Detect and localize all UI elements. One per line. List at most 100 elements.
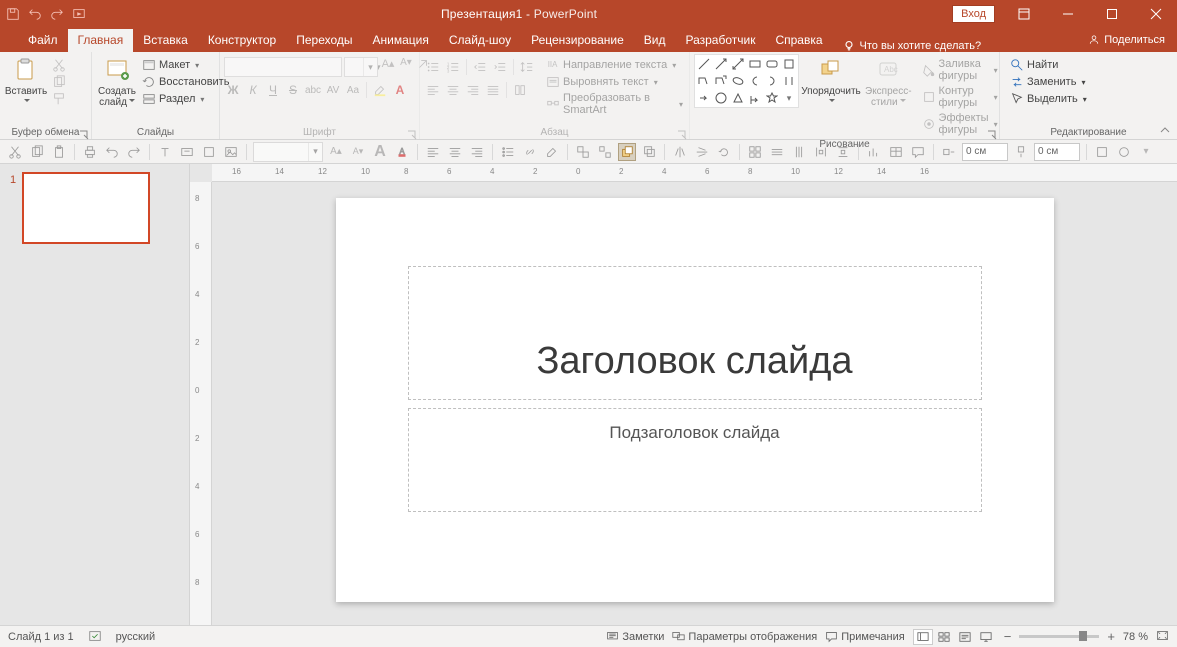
eb-font-combo[interactable]: ▾ — [253, 142, 323, 162]
find-button[interactable]: Найти — [1008, 57, 1089, 73]
layout-button[interactable]: Макет▾ — [140, 57, 231, 73]
tab-insert[interactable]: Вставка — [133, 29, 198, 52]
zoom-level[interactable]: 78 % — [1123, 631, 1148, 643]
eb-cut[interactable] — [6, 143, 24, 161]
eb-text[interactable] — [156, 143, 174, 161]
notes-button[interactable]: Заметки — [606, 630, 664, 643]
comments-button[interactable]: Примечания — [825, 630, 905, 643]
eb-comment[interactable] — [909, 143, 927, 161]
eb-shape[interactable] — [200, 143, 218, 161]
zoom-out-button[interactable]: − — [1004, 629, 1012, 644]
tab-home[interactable]: Главная — [68, 29, 134, 52]
collapse-ribbon-button[interactable] — [1159, 123, 1173, 137]
eb-align-center[interactable] — [446, 143, 464, 161]
eb-redo[interactable] — [125, 143, 143, 161]
eb-group[interactable] — [574, 143, 592, 161]
eb-ungroup[interactable] — [596, 143, 614, 161]
bold-button[interactable]: Ж — [224, 81, 242, 99]
font-dialog-launcher[interactable] — [407, 127, 417, 137]
tab-transitions[interactable]: Переходы — [286, 29, 362, 52]
eb-distribute-h[interactable] — [812, 143, 830, 161]
slide-thumbnail[interactable]: 1 — [10, 172, 179, 244]
eb-print[interactable] — [81, 143, 99, 161]
paragraph-dialog-launcher[interactable] — [677, 127, 687, 137]
shape-outline-button[interactable]: Контур фигуры▾ — [920, 84, 1000, 110]
close-button[interactable] — [1135, 0, 1177, 28]
thumb-preview[interactable] — [22, 172, 150, 244]
text-direction-button[interactable]: IIAНаправление текста▾ — [544, 57, 685, 73]
font-name-combo[interactable]: ▾ — [224, 57, 342, 77]
font-color-highlight-button[interactable] — [371, 81, 389, 99]
align-left-button[interactable] — [424, 81, 442, 99]
format-painter-button[interactable] — [50, 91, 68, 107]
ruler-vertical[interactable]: 864202468 — [190, 182, 212, 625]
char-spacing-button[interactable]: AV — [324, 81, 342, 99]
grow-font-button[interactable]: A▴ — [380, 57, 396, 77]
eb-align-left[interactable] — [424, 143, 442, 161]
slideshow-view-button[interactable] — [976, 629, 996, 645]
underline-button[interactable]: Ч — [264, 81, 282, 99]
eb-send-back[interactable] — [640, 143, 658, 161]
redo-icon[interactable] — [50, 7, 64, 21]
save-icon[interactable] — [6, 7, 20, 21]
tell-me-search[interactable]: Что вы хотите сделать? — [833, 40, 992, 52]
eb-flip-h[interactable] — [671, 143, 689, 161]
language-status[interactable]: русский — [116, 631, 155, 643]
eb-grid3[interactable] — [790, 143, 808, 161]
slide-canvas-area[interactable]: Заголовок слайда Подзаголовок слайда — [212, 182, 1177, 625]
font-color-button[interactable]: A — [391, 81, 409, 99]
increase-indent-button[interactable] — [491, 58, 509, 76]
tab-review[interactable]: Рецензирование — [521, 29, 634, 52]
share-button[interactable]: Поделиться — [1088, 28, 1165, 52]
bullets-button[interactable] — [424, 58, 442, 76]
cut-button[interactable] — [50, 57, 68, 73]
reset-button[interactable]: Восстановить — [140, 74, 231, 90]
copy-button[interactable] — [50, 74, 68, 90]
shrink-font-button[interactable]: A▾ — [398, 57, 414, 77]
fit-to-window-button[interactable] — [1156, 629, 1169, 645]
quick-styles-button[interactable]: Abc Экспресс- стили — [863, 54, 914, 110]
align-text-button[interactable]: Выровнять текст▾ — [544, 74, 685, 90]
paste-button[interactable]: Вставить — [4, 54, 48, 110]
eb-shrink[interactable]: A▾ — [349, 143, 367, 161]
eb-color[interactable]: A — [393, 143, 411, 161]
eb-grow[interactable]: A▴ — [327, 143, 345, 161]
new-slide-button[interactable]: Создать слайд — [96, 54, 138, 110]
replace-button[interactable]: Заменить▾ — [1008, 74, 1089, 90]
eb-more1[interactable] — [1093, 143, 1111, 161]
drawing-dialog-launcher[interactable] — [987, 127, 997, 137]
eb-bold[interactable]: A — [371, 143, 389, 161]
line-spacing-button[interactable] — [518, 58, 536, 76]
eb-pos-y[interactable] — [1012, 143, 1030, 161]
reading-view-button[interactable] — [955, 629, 975, 645]
eb-flip-v[interactable] — [693, 143, 711, 161]
eb-grid2[interactable] — [768, 143, 786, 161]
numbering-button[interactable]: 123 — [444, 58, 462, 76]
eb-bullets[interactable] — [499, 143, 517, 161]
eb-highlight[interactable] — [543, 143, 561, 161]
eb-copy[interactable] — [28, 143, 46, 161]
font-size-combo[interactable]: ▾ — [344, 57, 378, 77]
maximize-button[interactable] — [1091, 0, 1133, 28]
subtitle-placeholder[interactable]: Подзаголовок слайда — [408, 408, 982, 512]
shapes-gallery[interactable]: ▾ — [694, 54, 799, 108]
eb-chart[interactable] — [865, 143, 883, 161]
title-placeholder[interactable]: Заголовок слайда — [408, 266, 982, 400]
eb-image[interactable] — [222, 143, 240, 161]
eb-rotate[interactable] — [715, 143, 733, 161]
align-right-button[interactable] — [464, 81, 482, 99]
italic-button[interactable]: К — [244, 81, 262, 99]
login-button[interactable]: Вход — [952, 5, 995, 23]
eb-dropdown[interactable]: ▾ — [1137, 143, 1155, 161]
select-button[interactable]: Выделить▾ — [1008, 91, 1089, 107]
normal-view-button[interactable] — [913, 629, 933, 645]
tab-developer[interactable]: Разработчик — [675, 29, 765, 52]
eb-paste[interactable] — [50, 143, 68, 161]
tab-design[interactable]: Конструктор — [198, 29, 286, 52]
eb-undo[interactable] — [103, 143, 121, 161]
zoom-in-button[interactable]: + — [1107, 629, 1115, 644]
minimize-button[interactable] — [1047, 0, 1089, 28]
display-settings-button[interactable]: Параметры отображения — [672, 630, 817, 643]
eb-distribute-v[interactable] — [834, 143, 852, 161]
tab-animations[interactable]: Анимация — [363, 29, 439, 52]
